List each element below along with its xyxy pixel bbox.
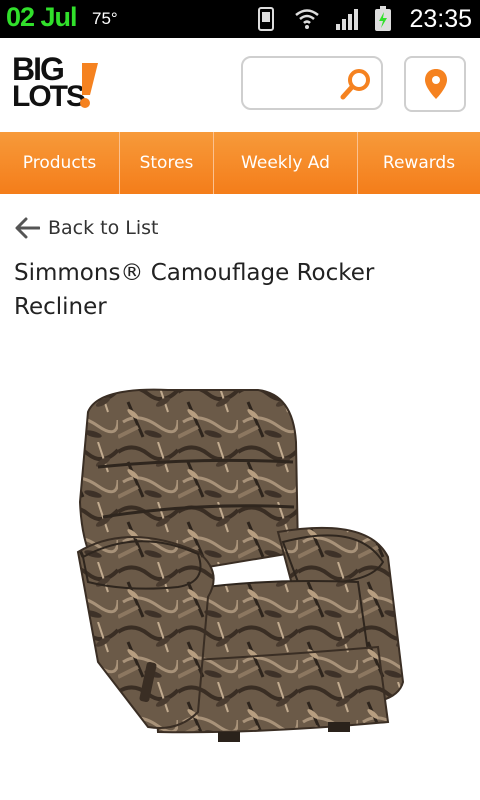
arrow-left-icon [15, 217, 40, 239]
nav-item-weekly-ad[interactable]: Weekly Ad [214, 132, 358, 194]
product-title: Simmons® Camouflage Rocker Recliner [14, 260, 375, 320]
logo-exclamation-icon [80, 63, 98, 108]
logo-text-lots: LOTS [12, 80, 86, 113]
nav-item-label: Rewards [382, 153, 456, 173]
wifi-icon [295, 9, 319, 29]
nav-item-label: Stores [139, 153, 194, 173]
status-time: 23:35 [409, 5, 472, 33]
signal-icon [336, 9, 358, 30]
status-bar: 02 Jul 75° 23:35 [0, 0, 480, 38]
store-locator-button[interactable] [404, 56, 466, 112]
back-to-list-link[interactable]: Back to List [14, 214, 159, 242]
main-nav: Products Stores Weekly Ad Rewards [0, 132, 480, 194]
nav-item-stores[interactable]: Stores [120, 132, 214, 194]
big-lots-logo[interactable]: BIG LOTS [12, 53, 104, 117]
status-date: 02 Jul [6, 2, 78, 32]
search-input[interactable] [251, 68, 335, 100]
nav-item-label: Weekly Ad [241, 153, 330, 173]
nav-item-rewards[interactable]: Rewards [358, 132, 480, 194]
battery-icon [375, 6, 391, 31]
search-box[interactable] [241, 56, 383, 110]
location-pin-icon [425, 69, 447, 99]
status-temperature: 75° [92, 9, 118, 28]
header: BIG LOTS [0, 38, 480, 132]
product-image[interactable] [58, 382, 418, 754]
back-label: Back to List [48, 217, 159, 239]
nav-item-products[interactable]: Products [0, 132, 120, 194]
search-icon[interactable] [339, 67, 373, 101]
nav-item-label: Products [22, 153, 97, 173]
screenshot-icon [258, 7, 274, 31]
